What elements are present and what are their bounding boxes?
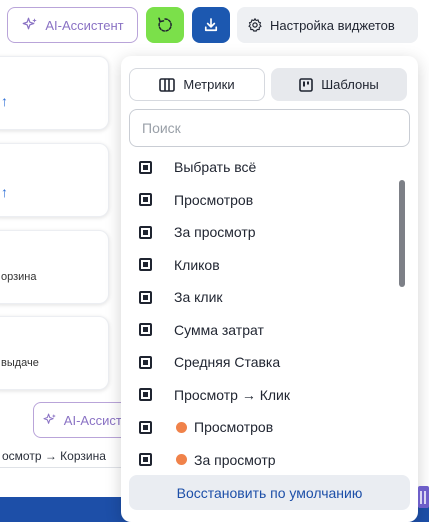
download-button[interactable] [192,7,230,43]
restore-defaults-button[interactable]: Восстановить по умолчанию [129,475,410,510]
checkbox[interactable] [139,258,152,271]
tab-metrics-label: Метрики [183,77,235,92]
widget-settings-dropdown: Метрики Шаблоны Выбрать всё Просмотров З… [121,56,418,522]
background-card-3: орзина [0,230,109,304]
background-card-glyph: ↑ [1,184,8,200]
sparkle-icon [23,17,38,30]
tab-templates[interactable]: Шаблоны [271,68,407,101]
template-icon [299,77,314,92]
download-icon [204,18,218,32]
widget-settings-button[interactable]: Настройка виджетов [237,7,418,43]
list-item[interactable]: Средняя Ставка [121,346,401,378]
list-item-label: Сумма затрат [174,321,264,338]
list-item[interactable]: Просмотр → Клик [121,379,401,411]
list-item[interactable]: За просмотр [121,216,401,248]
list-item-label: За просмотр [174,224,256,240]
background-card-2: ↑ [0,143,109,217]
checkbox[interactable] [139,323,152,336]
list-item-label: За клик [174,289,223,305]
widget-settings-label: Настройка виджетов [270,17,395,33]
list-scrollbar[interactable] [399,180,405,287]
checkbox[interactable] [139,420,152,434]
background-card-glyph: ↑ [1,93,8,109]
list-item[interactable]: Выбрать всё [121,151,401,183]
tab-metrics[interactable]: Метрики [129,68,265,101]
top-toolbar: AI-Ассистент Настройка виджетов [0,0,429,50]
background-card-text: орзина [1,271,37,283]
list-item[interactable]: За клик [121,281,401,313]
checkbox[interactable] [139,193,152,206]
sparkle-icon [43,413,56,424]
background-card-4: выдаче [0,316,109,390]
checkbox[interactable] [139,388,152,401]
checkbox[interactable] [139,290,152,304]
list-item-label: Просмотров [194,419,274,435]
search-input[interactable] [129,109,410,147]
refresh-icon [158,17,172,32]
ai-assistant-label: AI-Ассистент [45,17,124,33]
series-color-dot [176,421,187,433]
background-card-1: ↑ [0,56,109,130]
background-card-text: выдаче [1,357,39,369]
list-item-label: Выбрать всё [174,159,257,175]
list-item[interactable]: Просмотров [121,184,401,216]
list-item[interactable]: За просмотр [121,444,401,476]
checkbox[interactable] [139,355,152,369]
ai-assistant-button[interactable]: AI-Ассистент [7,7,138,43]
list-item-label: Средняя Ставка [174,354,281,370]
list-item-label: Кликов [174,256,220,273]
list-item[interactable]: Сумма затрат [121,314,401,346]
refresh-button[interactable] [146,7,184,43]
background-funnel-text: осмотр → Корзина [0,444,128,468]
gear-icon [248,18,262,32]
list-item-label: Просмотров [174,191,254,208]
list-item[interactable]: Просмотров [121,411,401,443]
checkbox[interactable] [139,225,152,239]
partial-icon [418,486,429,508]
list-item-label: За просмотр [194,451,276,468]
checkbox[interactable] [139,160,152,174]
tab-templates-label: Шаблоны [321,77,379,92]
list-item[interactable]: Кликов [121,249,401,281]
list-item-label: Просмотр → Клик [174,386,290,403]
columns-icon [159,77,176,92]
series-color-dot [176,454,187,465]
checkbox[interactable] [139,453,152,466]
